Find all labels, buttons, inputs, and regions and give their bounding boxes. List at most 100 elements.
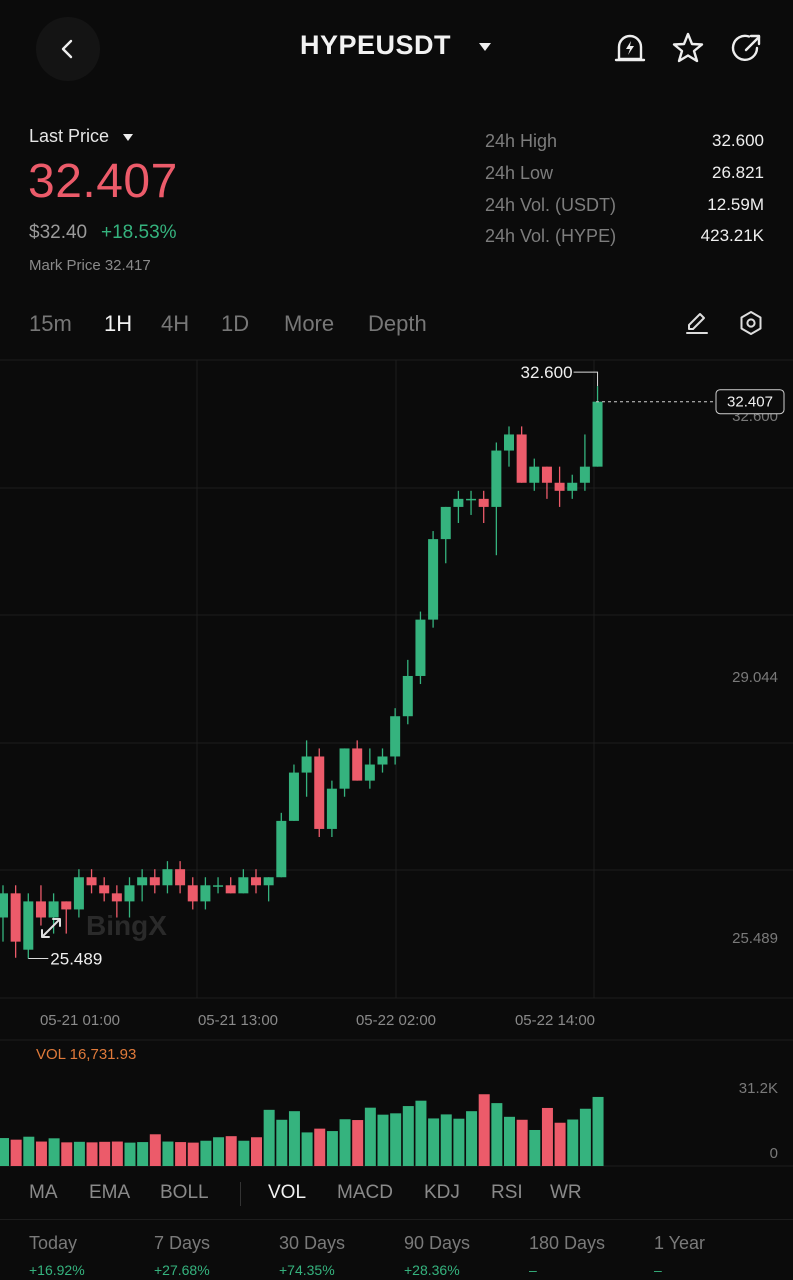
candle-body xyxy=(149,877,160,886)
candlestick-chart[interactable]: BingX 32.600 29.044 25.489 32.407 32.600… xyxy=(0,0,793,1280)
period-value-180d: – xyxy=(529,1262,537,1278)
period-value-7d: +27.68% xyxy=(154,1262,210,1278)
candle xyxy=(301,740,312,797)
candle xyxy=(390,708,401,765)
volume-bar xyxy=(99,1141,111,1166)
candle xyxy=(213,877,224,894)
candle xyxy=(263,877,274,902)
candle-body xyxy=(415,619,426,676)
x-tick-label-2: 05-22 02:00 xyxy=(356,1012,436,1029)
volume-bar xyxy=(86,1142,98,1166)
candle xyxy=(61,901,72,934)
candle-body xyxy=(0,893,8,918)
candle xyxy=(238,869,249,894)
candle xyxy=(415,611,426,685)
high-marker: 32.600 xyxy=(521,363,573,382)
candle xyxy=(352,740,363,781)
candle xyxy=(491,442,502,556)
candle xyxy=(251,869,261,894)
candle-body xyxy=(238,877,249,894)
volume-bar xyxy=(35,1141,47,1166)
volume-bar xyxy=(466,1111,478,1166)
candle-body xyxy=(301,756,312,773)
volume-bar xyxy=(390,1113,402,1166)
indicator-vol[interactable]: VOL xyxy=(268,1182,306,1204)
candle xyxy=(402,659,413,725)
candle-body xyxy=(162,869,173,886)
candle xyxy=(162,861,173,894)
candle xyxy=(0,885,8,942)
volume-bar xyxy=(415,1100,427,1166)
candle-body xyxy=(504,434,514,451)
indicator-ma[interactable]: MA xyxy=(29,1182,58,1204)
candle-body xyxy=(466,498,477,501)
candle xyxy=(529,458,540,491)
candle xyxy=(23,893,34,959)
candle-body xyxy=(124,885,135,902)
volume-bar xyxy=(377,1114,389,1166)
volume-bar xyxy=(149,1134,161,1166)
expand-arrows-icon xyxy=(41,918,61,938)
candle xyxy=(554,466,565,507)
period-value-30d: +74.35% xyxy=(279,1262,335,1278)
candle-body xyxy=(541,466,552,483)
candle xyxy=(579,434,590,491)
y-axis-label-mid: 29.044 xyxy=(732,669,778,686)
indicator-rsi[interactable]: RSI xyxy=(491,1182,523,1204)
candle xyxy=(187,877,198,910)
candle xyxy=(428,531,439,628)
volume-bar xyxy=(48,1138,60,1166)
current-price-tag-text: 32.407 xyxy=(727,394,773,411)
volume-bar xyxy=(263,1109,275,1166)
candle xyxy=(149,869,160,894)
period-label-180d: 180 Days xyxy=(529,1233,606,1253)
volume-bar xyxy=(0,1138,9,1166)
volume-bar xyxy=(111,1141,123,1166)
candle xyxy=(466,490,477,515)
candle-body xyxy=(440,506,451,540)
candle xyxy=(86,869,97,894)
candle xyxy=(364,748,375,789)
candle-body xyxy=(276,820,287,878)
volume-bar xyxy=(162,1141,174,1166)
candle xyxy=(541,466,552,499)
indicator-kdj[interactable]: KDJ xyxy=(424,1182,460,1204)
candle-body xyxy=(251,877,261,886)
volume-axis-top: 31.2K xyxy=(739,1080,778,1097)
x-tick-label-1: 05-21 13:00 xyxy=(198,1012,278,1029)
candle-body xyxy=(23,901,34,950)
candle xyxy=(10,885,21,958)
volume-label: VOL 16,731.93 xyxy=(36,1046,137,1063)
indicator-macd[interactable]: MACD xyxy=(337,1182,393,1204)
volume-bar xyxy=(529,1129,541,1166)
candle-body xyxy=(579,466,590,483)
volume-bars xyxy=(0,1094,604,1166)
candle-body xyxy=(263,877,274,886)
candle-body xyxy=(48,901,59,918)
volume-bar xyxy=(579,1108,591,1166)
candle-body xyxy=(99,885,110,894)
candle xyxy=(200,877,211,910)
indicator-wr[interactable]: WR xyxy=(550,1182,582,1204)
candle xyxy=(326,780,337,837)
volume-bar xyxy=(225,1136,237,1166)
volume-axis-zero: 0 xyxy=(770,1145,778,1162)
volume-bar xyxy=(213,1137,225,1166)
volume-bar xyxy=(301,1132,313,1166)
volume-bar xyxy=(314,1128,326,1166)
candle xyxy=(377,748,388,773)
volume-bar xyxy=(478,1094,490,1166)
candle-body xyxy=(478,498,489,507)
indicator-boll[interactable]: BOLL xyxy=(160,1182,209,1204)
low-marker: 25.489 xyxy=(50,950,102,969)
volume-bar xyxy=(453,1118,465,1166)
indicator-ema[interactable]: EMA xyxy=(89,1182,130,1204)
period-value-90d: +28.36% xyxy=(404,1262,460,1278)
period-label-30d: 30 Days xyxy=(279,1233,346,1253)
volume-bar xyxy=(541,1107,553,1166)
candle-body xyxy=(35,901,46,918)
candle-body xyxy=(592,401,603,467)
indicator-divider xyxy=(240,1182,241,1206)
period-label-7d: 7 Days xyxy=(154,1233,211,1253)
candle-body xyxy=(491,450,502,507)
